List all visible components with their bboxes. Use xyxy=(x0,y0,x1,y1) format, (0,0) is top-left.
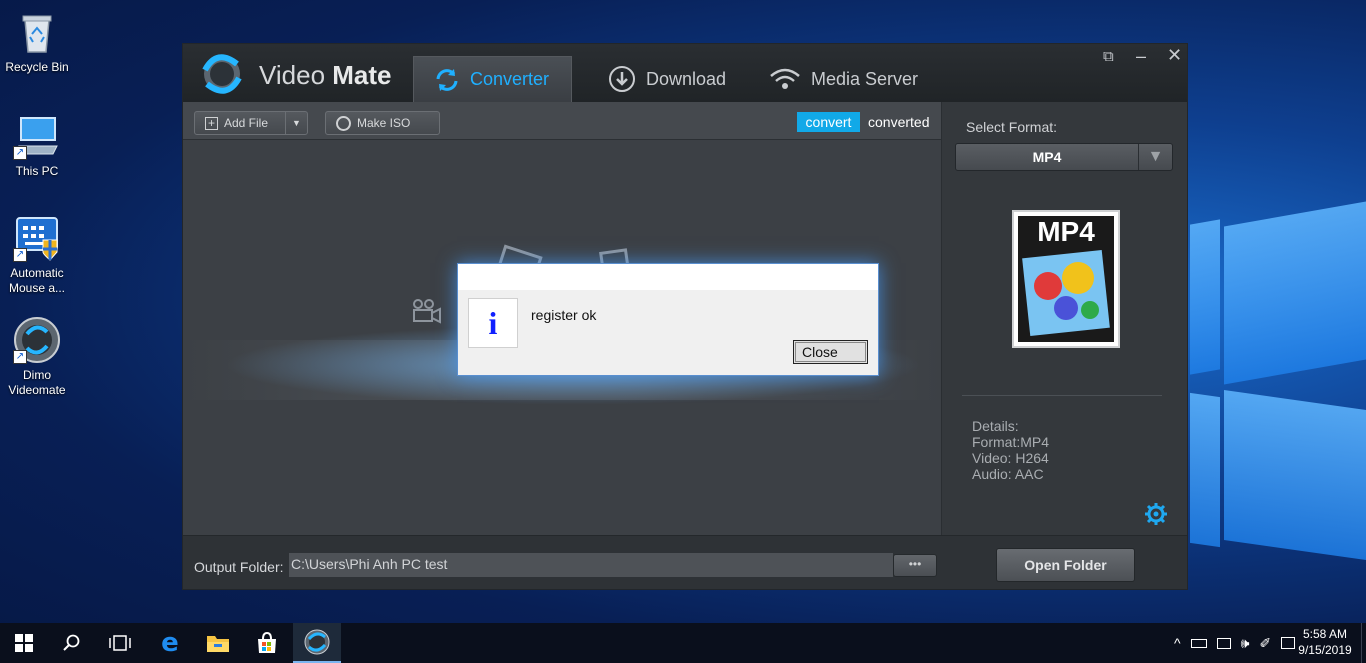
desktop-icon-label: This PC xyxy=(15,164,59,178)
select-format-label: Select Format: xyxy=(966,119,1058,135)
popout-icon[interactable]: ⧉ xyxy=(1103,48,1114,65)
notification-icon[interactable] xyxy=(1281,637,1296,649)
format-panel: Select Format: MP4 ▼ MP4 Details: Format xyxy=(941,102,1187,535)
add-file-dropdown[interactable]: ▼ xyxy=(285,112,307,134)
close-button[interactable]: Close xyxy=(793,340,868,364)
chevron-down-icon: ▼ xyxy=(292,118,301,128)
output-bar: Output Folder: C:\Users\Phi Anh PC test … xyxy=(183,535,1187,589)
task-view-icon xyxy=(109,635,131,651)
gear-icon[interactable] xyxy=(1144,502,1168,526)
folder-icon xyxy=(207,636,229,652)
videomate-icon xyxy=(304,629,330,655)
convert-tab[interactable]: convert xyxy=(797,112,860,132)
add-file-button[interactable]: + Add File ▼ xyxy=(194,111,308,135)
desktop-icon-dimo-videomate[interactable]: ↗ Dimo Videomate xyxy=(0,316,74,398)
taskbar-edge[interactable]: e xyxy=(146,623,194,663)
message-dialog: i register ok Close xyxy=(457,263,879,376)
windows-logo-icon xyxy=(15,634,33,652)
disc-icon xyxy=(336,115,351,131)
video-camera-icon xyxy=(413,299,441,324)
refresh-icon xyxy=(436,68,458,91)
converter-toolbar: + Add File ▼ Make ISO convert converted xyxy=(183,102,941,140)
taskbar-store[interactable] xyxy=(243,623,291,663)
computer-icon: ↗ xyxy=(13,112,61,160)
chevron-up-icon[interactable]: ^ xyxy=(1174,635,1181,651)
taskbar-file-explorer[interactable] xyxy=(194,623,242,663)
add-file-icon: + xyxy=(205,116,218,130)
desktop-icon-label: Dimo Videomate xyxy=(8,368,66,397)
panel-divider xyxy=(962,395,1162,396)
app-logo-icon xyxy=(202,54,242,94)
taskbar-clock[interactable]: 5:58 AM 9/15/2019 xyxy=(1296,626,1354,658)
app-title: Video Mate xyxy=(259,60,392,90)
open-folder-button[interactable]: Open Folder xyxy=(996,548,1135,582)
mp4-film-icon: MP4 xyxy=(1018,216,1114,342)
ime-icon[interactable]: ✐ xyxy=(1259,635,1271,652)
desktop-wallpaper-beam xyxy=(1224,201,1366,385)
format-thumbnail: MP4 xyxy=(1012,210,1120,348)
browse-button[interactable]: ••• xyxy=(893,554,937,577)
dialog-message: register ok xyxy=(531,307,597,323)
keyboard-shield-icon: ↗ xyxy=(13,214,61,262)
desktop-icon-label: Recycle Bin xyxy=(5,60,69,74)
show-desktop-button[interactable] xyxy=(1361,623,1366,663)
desktop-icon-automatic-mouse[interactable]: ↗ Automatic Mouse a... xyxy=(0,214,74,296)
download-icon xyxy=(609,66,635,92)
info-icon: i xyxy=(468,298,518,348)
wifi-icon xyxy=(770,68,800,89)
clock-time: 5:58 AM xyxy=(1302,627,1348,641)
shortcut-arrow-icon: ↗ xyxy=(13,350,27,364)
output-folder-label: Output Folder: xyxy=(194,559,284,575)
search-icon xyxy=(63,634,80,651)
taskbar: e ^ 🕪 ✐ 5:58 AM 9/15/2019 xyxy=(0,623,1366,663)
store-bag-icon xyxy=(258,632,276,653)
taskbar-videomate[interactable] xyxy=(293,623,341,663)
volume-icon[interactable]: 🕪 xyxy=(1241,635,1250,652)
chevron-down-icon: ▼ xyxy=(1138,144,1172,170)
converted-tab[interactable]: converted xyxy=(860,112,937,132)
system-tray: ^ 🕪 ✐ xyxy=(1174,623,1296,663)
format-details: Details: Format:MP4 Video: H264 Audio: A… xyxy=(972,418,1050,482)
desktop-wallpaper-beam xyxy=(1224,390,1366,560)
clock-date: 9/15/2019 xyxy=(1298,643,1352,657)
desktop-wallpaper-beam xyxy=(1190,392,1220,548)
format-dropdown-value: MP4 xyxy=(1032,149,1062,165)
edge-icon: e xyxy=(161,628,179,658)
videomate-icon: ↗ xyxy=(13,316,61,364)
output-folder-field[interactable]: C:\Users\Phi Anh PC test xyxy=(289,553,893,577)
format-dropdown[interactable]: MP4 ▼ xyxy=(955,143,1173,171)
title-bar: Video Mate Converter Download Media Serv… xyxy=(183,44,1187,102)
minimize-icon[interactable]: – xyxy=(1136,46,1146,67)
make-iso-button[interactable]: Make ISO xyxy=(325,111,440,135)
desktop-icon-label: Automatic Mouse a... xyxy=(8,266,66,295)
recycle-bin-icon xyxy=(13,8,61,56)
dialog-title-bar[interactable] xyxy=(458,264,878,290)
task-view-button[interactable] xyxy=(96,623,144,663)
start-button[interactable] xyxy=(0,623,48,663)
tab-media-server[interactable]: Media Server xyxy=(749,56,938,102)
battery-icon[interactable] xyxy=(1190,638,1207,648)
tab-converter[interactable]: Converter xyxy=(413,56,572,102)
network-icon[interactable] xyxy=(1216,637,1231,649)
tab-download[interactable]: Download xyxy=(588,56,746,102)
desktop-icon-this-pc[interactable]: ↗ This PC xyxy=(0,112,74,179)
shortcut-arrow-icon: ↗ xyxy=(13,146,27,160)
search-button[interactable] xyxy=(48,623,96,663)
shortcut-arrow-icon: ↗ xyxy=(13,248,27,262)
desktop-wallpaper-beam xyxy=(1190,219,1220,375)
desktop-icon-recycle-bin[interactable]: Recycle Bin xyxy=(0,8,74,75)
close-icon[interactable]: ✕ xyxy=(1167,45,1182,66)
